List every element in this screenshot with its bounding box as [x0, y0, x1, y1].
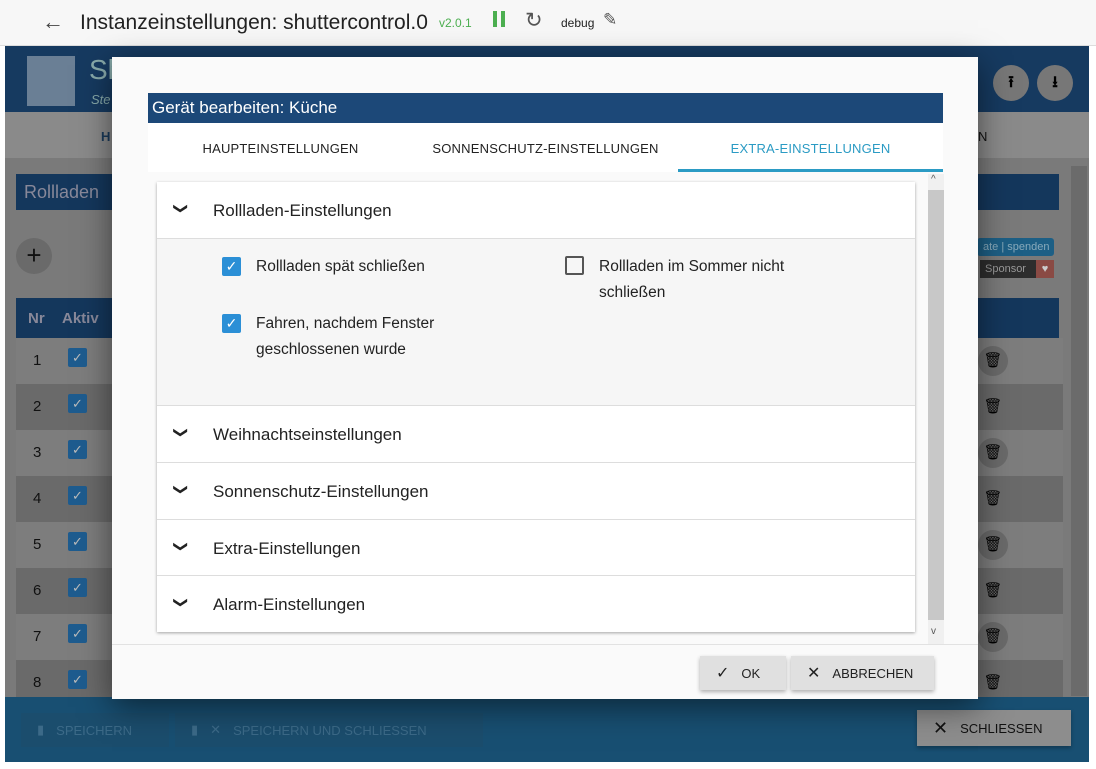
scroll-down-icon[interactable]: v: [931, 626, 936, 637]
page-scrollbar[interactable]: [1071, 166, 1087, 696]
bottom-bar: ▮ SPEICHERN ▮ ✕ SPEICHERN UND SCHLIESSEN ✕ S…: [5, 697, 1089, 762]
trash-icon[interactable]: 🗑: [978, 530, 1008, 560]
close-icon: ✕: [807, 665, 821, 682]
close-icon: ✕: [210, 722, 222, 737]
section-label: Rollladen-Einstellungen: [213, 201, 392, 220]
save-button[interactable]: ▮ SPEICHERN: [21, 713, 169, 747]
save-and-close-button[interactable]: ▮ ✕ SPEICHERN UND SCHLIESSEN: [175, 713, 483, 747]
dialog-tabs: HAUPTEINSTELLUNGEN SONNENSCHUTZ-EINSTELL…: [148, 123, 943, 172]
active-checkbox[interactable]: ✓: [68, 532, 87, 551]
close-label: SCHLIESSEN: [960, 720, 1043, 736]
log-level: debug: [561, 16, 595, 30]
section-label: Sonnenschutz-Einstellungen: [213, 482, 429, 501]
heart-icon[interactable]: ♥: [1036, 260, 1054, 278]
checkbox-label: Rollladen spät schließen: [256, 258, 425, 275]
section-label: Weihnachtseinstellungen: [213, 425, 402, 444]
back-arrow-icon[interactable]: ←: [42, 9, 64, 35]
row-number: 3: [33, 444, 42, 461]
upload-icon[interactable]: ⭱: [993, 65, 1029, 101]
section-alarm[interactable]: ❯ Alarm-Einstellungen: [157, 575, 915, 632]
row-number: 4: [33, 490, 42, 507]
active-checkbox[interactable]: ✓: [68, 394, 87, 413]
pause-icon[interactable]: [493, 11, 497, 27]
app-subtitle: Ste: [91, 92, 111, 107]
close-button[interactable]: ✕ SCHLIESSEN: [917, 710, 1071, 746]
section-title: Rollladen: [24, 182, 100, 202]
donate-badge[interactable]: ate | spenden: [978, 238, 1055, 256]
tab-haupteinstellungen[interactable]: HAUPTEINSTELLUNGEN: [148, 123, 413, 172]
scrollbar-thumb[interactable]: [928, 190, 944, 620]
download-icon[interactable]: ⭳: [1037, 65, 1073, 101]
dialog-scrollbar[interactable]: ^ v: [928, 174, 944, 644]
section-label: Extra-Einstellungen: [213, 539, 361, 558]
ok-button[interactable]: ✓ OK: [700, 656, 786, 690]
tab-sonnenschutz[interactable]: SONNENSCHUTZ-EINSTELLUNGEN: [413, 123, 678, 172]
chevron-down-icon: ❯: [173, 202, 190, 215]
trash-icon[interactable]: 🗑: [978, 346, 1008, 376]
save-label: SPEICHERN: [56, 722, 133, 738]
cancel-button[interactable]: ✕ ABBRECHEN: [791, 656, 934, 690]
trash-icon[interactable]: 🗑: [978, 392, 1008, 422]
row-number: 1: [33, 352, 42, 369]
tab-extra[interactable]: EXTRA-EINSTELLUNGEN: [678, 123, 943, 172]
checkbox-late-close[interactable]: ✓: [222, 257, 241, 276]
active-checkbox[interactable]: ✓: [68, 578, 87, 597]
section-rollladen-content: ✓ Rollladen spät schließen ✓ Fahren, nac…: [157, 238, 915, 405]
checkbox-label: Rollladen im Sommer nicht schließen: [599, 258, 785, 301]
ok-label: OK: [741, 665, 761, 681]
section-weihnachten[interactable]: ❯ Weihnachtseinstellungen: [157, 405, 915, 462]
section-sonnenschutz[interactable]: ❯ Sonnenschutz-Einstellungen: [157, 462, 915, 519]
scroll-up-icon[interactable]: ^: [931, 174, 936, 185]
save-close-label: SPEICHERN UND SCHLIESSEN: [233, 722, 427, 738]
section-extra[interactable]: ❯ Extra-Einstellungen: [157, 519, 915, 575]
row-number: 2: [33, 398, 42, 415]
row-number: 8: [33, 674, 42, 691]
row-number: 6: [33, 582, 42, 599]
checkbox-after-window-close[interactable]: ✓: [222, 314, 241, 333]
accordion: ❯ Rollladen-Einstellungen ✓ Rollladen spä…: [157, 182, 915, 632]
top-bar: ← Instanzeinstellungen: shuttercontrol.0…: [0, 0, 1096, 46]
page-title: Instanzeinstellungen: shuttercontrol.0: [80, 11, 428, 34]
sponsor-badge[interactable]: Sponsor: [980, 260, 1038, 278]
chevron-down-icon: ❯: [173, 540, 190, 553]
trash-icon[interactable]: 🗑: [978, 622, 1008, 652]
active-checkbox[interactable]: ✓: [68, 670, 87, 689]
active-checkbox[interactable]: ✓: [68, 348, 87, 367]
tab-partial[interactable]: H: [101, 129, 110, 144]
row-number: 7: [33, 628, 42, 645]
edit-device-dialog: Gerät bearbeiten: Küche HAUPTEINSTELLUNG…: [112, 57, 978, 699]
save-icon: ▮: [191, 722, 199, 737]
edit-icon[interactable]: ✎: [603, 10, 617, 30]
close-icon: ✕: [933, 717, 949, 738]
divider: [112, 644, 978, 645]
trash-icon[interactable]: 🗑: [978, 668, 1008, 698]
column-header: Aktiv: [62, 310, 99, 327]
save-icon: ▮: [37, 722, 45, 737]
active-checkbox[interactable]: ✓: [68, 624, 87, 643]
chevron-down-icon: ❯: [173, 426, 190, 439]
active-checkbox[interactable]: ✓: [68, 440, 87, 459]
active-checkbox[interactable]: ✓: [68, 486, 87, 505]
trash-icon[interactable]: 🗑: [978, 438, 1008, 468]
checkbox-label: Fahren, nachdem Fenster geschlossenen wu…: [256, 315, 435, 358]
row-number: 5: [33, 536, 42, 553]
section-rollladen[interactable]: ❯ Rollladen-Einstellungen: [157, 182, 915, 239]
column-header: Nr: [28, 310, 45, 327]
trash-icon[interactable]: 🗑: [978, 576, 1008, 606]
cancel-label: ABBRECHEN: [832, 665, 914, 681]
check-icon: ✓: [716, 665, 730, 682]
checkbox-summer-no-close[interactable]: [565, 256, 584, 275]
chevron-down-icon: ❯: [173, 483, 190, 496]
shutter-logo-icon: [27, 56, 75, 106]
reload-icon[interactable]: ↻: [525, 8, 543, 33]
trash-icon[interactable]: 🗑: [978, 484, 1008, 514]
dialog-title: Gerät bearbeiten: Küche: [148, 93, 943, 123]
version-label: v2.0.1: [439, 16, 472, 30]
chevron-down-icon: ❯: [173, 596, 190, 609]
tab-partial[interactable]: N: [978, 129, 987, 144]
add-icon[interactable]: +: [16, 238, 52, 274]
section-label: Alarm-Einstellungen: [213, 595, 366, 614]
